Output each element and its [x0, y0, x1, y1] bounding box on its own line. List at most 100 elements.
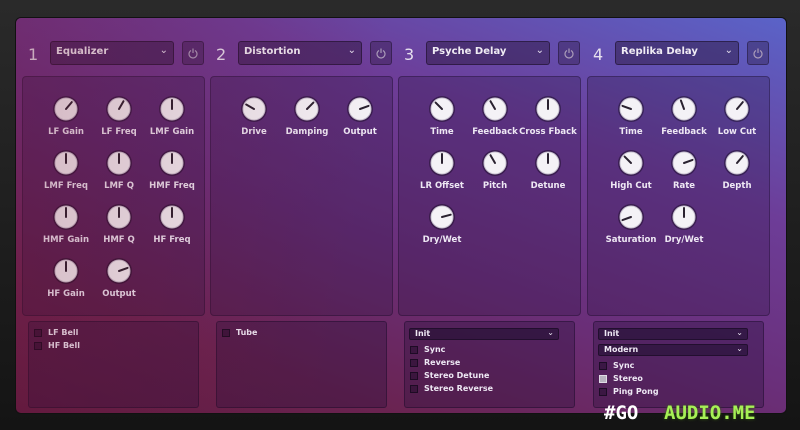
- knob-pitch[interactable]: Pitch: [467, 145, 523, 201]
- preset-dropdown[interactable]: Init ⌄: [409, 328, 559, 340]
- knob-dial[interactable]: [670, 203, 698, 231]
- knob-dial[interactable]: [428, 149, 456, 177]
- knob-dial[interactable]: [293, 95, 321, 123]
- knob-dial[interactable]: [617, 95, 645, 123]
- knob-panel: Time Feedback Low Cut High Cut Rate Depth Satu…: [587, 76, 770, 316]
- knob-hmf-gain[interactable]: HMF Gain: [38, 199, 94, 255]
- preset-dropdown[interactable]: Modern ⌄: [598, 344, 748, 356]
- knob-dry-wet[interactable]: Dry/Wet: [656, 199, 712, 255]
- knob-dial[interactable]: [52, 95, 80, 123]
- checkbox-box[interactable]: [599, 362, 607, 370]
- knob-panel: Time Feedback Cross Fback LR Offset Pitch Det…: [398, 76, 581, 316]
- knob-lf-freq[interactable]: LF Freq: [91, 91, 147, 147]
- knob-dial[interactable]: [52, 203, 80, 231]
- checkbox-box[interactable]: [410, 346, 418, 354]
- effect-select-label: Equalizer: [56, 46, 109, 57]
- knob-feedback[interactable]: Feedback: [467, 91, 523, 147]
- knob-hf-gain[interactable]: HF Gain: [38, 253, 94, 309]
- knob-lmf-q[interactable]: LMF Q: [91, 145, 147, 201]
- effect-select[interactable]: Distortion ⌄: [238, 41, 362, 65]
- knob-dial[interactable]: [105, 257, 133, 285]
- effect-select[interactable]: Equalizer ⌄: [50, 41, 174, 65]
- options-panel: Tube: [216, 321, 387, 408]
- checkbox-box[interactable]: [34, 329, 42, 337]
- effect-select-label: Replika Delay: [621, 46, 698, 57]
- power-button[interactable]: [370, 41, 392, 65]
- checkbox-box[interactable]: [410, 385, 418, 393]
- knob-dry-wet[interactable]: Dry/Wet: [414, 199, 470, 255]
- checkbox-label: LF Bell: [48, 328, 79, 337]
- knob-dial[interactable]: [617, 203, 645, 231]
- knob-dial[interactable]: [105, 95, 133, 123]
- knob-dial[interactable]: [346, 95, 374, 123]
- knob-feedback[interactable]: Feedback: [656, 91, 712, 147]
- knob-dial[interactable]: [52, 149, 80, 177]
- knob-label: Output: [102, 289, 136, 299]
- knob-low-cut[interactable]: Low Cut: [709, 91, 765, 147]
- preset-dropdown[interactable]: Init ⌄: [598, 328, 748, 340]
- knob-lr-offset[interactable]: LR Offset: [414, 145, 470, 201]
- knob-output[interactable]: Output: [91, 253, 147, 309]
- knob-cross-fback[interactable]: Cross Fback: [519, 91, 577, 147]
- effect-select[interactable]: Replika Delay ⌄: [615, 41, 739, 65]
- checkbox-box[interactable]: [222, 329, 230, 337]
- checkbox-box[interactable]: [410, 359, 418, 367]
- slot-header: 1 Equalizer ⌄: [22, 38, 204, 72]
- knob-high-cut[interactable]: High Cut: [603, 145, 659, 201]
- knob-time[interactable]: Time: [414, 91, 470, 147]
- watermark-text-1: #GO: [604, 402, 639, 424]
- knob-rate[interactable]: Rate: [656, 145, 712, 201]
- knob-dial[interactable]: [158, 149, 186, 177]
- knob-drive[interactable]: Drive: [226, 91, 282, 147]
- checkbox-label: Tube: [236, 328, 258, 337]
- knob-dial[interactable]: [158, 95, 186, 123]
- knob-detune[interactable]: Detune: [520, 145, 576, 201]
- knob-damping[interactable]: Damping: [279, 91, 335, 147]
- checkbox-label: Ping Pong: [613, 387, 659, 396]
- knob-dial[interactable]: [723, 95, 751, 123]
- knob-dial[interactable]: [158, 203, 186, 231]
- effect-slot-2: 2 Distortion ⌄ Drive Damping Output Tube: [210, 38, 393, 408]
- knob-dial[interactable]: [534, 149, 562, 177]
- knob-lmf-freq[interactable]: LMF Freq: [38, 145, 94, 201]
- checkbox-box[interactable]: [34, 342, 42, 350]
- knob-hf-freq[interactable]: HF Freq: [144, 199, 200, 255]
- knob-dial[interactable]: [428, 95, 456, 123]
- knob-lf-gain[interactable]: LF Gain: [38, 91, 94, 147]
- power-button[interactable]: [182, 41, 204, 65]
- checkbox-box[interactable]: [410, 372, 418, 380]
- effect-select[interactable]: Psyche Delay ⌄: [426, 41, 550, 65]
- knob-output[interactable]: Output: [332, 91, 388, 147]
- watermark-logo: #GO AUDIO.ME: [604, 400, 800, 430]
- knob-dial[interactable]: [617, 149, 645, 177]
- watermark-text-2: AUDIO.ME: [664, 402, 756, 424]
- knob-dial[interactable]: [534, 95, 562, 123]
- knob-label: Detune: [530, 181, 566, 191]
- checkbox-box[interactable]: [599, 375, 607, 383]
- knob-saturation[interactable]: Saturation: [603, 199, 659, 255]
- power-button[interactable]: [747, 41, 769, 65]
- slot-number: 3: [404, 45, 415, 64]
- checkbox-box[interactable]: [599, 388, 607, 396]
- knob-time[interactable]: Time: [603, 91, 659, 147]
- checkbox-label: HF Bell: [48, 341, 80, 350]
- power-button[interactable]: [558, 41, 580, 65]
- knob-lmf-gain[interactable]: LMF Gain: [144, 91, 200, 147]
- effect-rack: 1 Equalizer ⌄ LF Gain LF Freq LMF Gain LMF Fre…: [16, 18, 786, 413]
- knob-dial[interactable]: [723, 149, 751, 177]
- knob-dial[interactable]: [428, 203, 456, 231]
- knob-dial[interactable]: [240, 95, 268, 123]
- knob-hmf-freq[interactable]: HMF Freq: [144, 145, 200, 201]
- knob-dial[interactable]: [670, 149, 698, 177]
- chevron-down-icon: ⌄: [736, 344, 743, 353]
- chevron-down-icon: ⌄: [724, 45, 733, 56]
- knob-depth[interactable]: Depth: [709, 145, 765, 201]
- knob-hmf-q[interactable]: HMF Q: [91, 199, 147, 255]
- knob-dial[interactable]: [481, 95, 509, 123]
- knob-dial[interactable]: [105, 203, 133, 231]
- knob-dial[interactable]: [52, 257, 80, 285]
- knob-dial[interactable]: [670, 95, 698, 123]
- knob-dial[interactable]: [105, 149, 133, 177]
- chevron-down-icon: ⌄: [347, 45, 356, 56]
- knob-dial[interactable]: [481, 149, 509, 177]
